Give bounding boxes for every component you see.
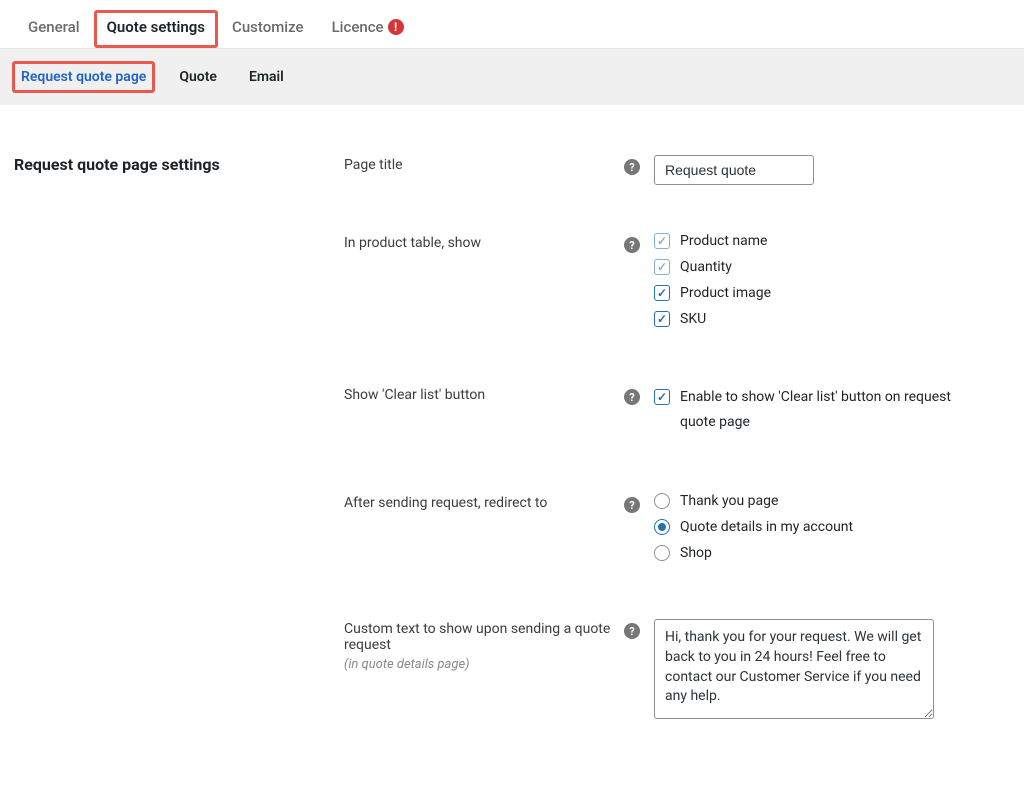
help-icon[interactable]: ? — [624, 159, 640, 175]
label-custom-text: Custom text to show upon sending a quote… — [344, 621, 624, 653]
checkbox-label-product-image[interactable]: Product image — [680, 285, 771, 301]
subtab-email[interactable]: Email — [241, 63, 292, 91]
label-show-clear-list: Show 'Clear list' button — [344, 387, 485, 403]
sub-tabs: Request quote page Quote Email — [0, 49, 1024, 105]
checkbox-label-product-name[interactable]: Product name — [680, 233, 767, 249]
checkbox-label-quantity[interactable]: Quantity — [680, 259, 732, 275]
page-title-input[interactable] — [654, 155, 814, 185]
radio-shop[interactable] — [654, 545, 670, 561]
radio-label-thank-you[interactable]: Thank you page — [680, 493, 778, 509]
checkbox-product-image[interactable] — [654, 285, 670, 301]
tab-customize[interactable]: Customize — [218, 10, 318, 48]
help-icon[interactable]: ? — [624, 623, 640, 639]
label-in-product-table: In product table, show — [344, 235, 481, 251]
primary-tabs: General Quote settings Customize Licence… — [0, 0, 1024, 49]
help-icon[interactable]: ? — [624, 497, 640, 513]
section-title: Request quote page settings — [14, 155, 344, 174]
tab-general[interactable]: General — [14, 10, 94, 48]
checkbox-quantity[interactable] — [654, 259, 670, 275]
label-page-title: Page title — [344, 157, 403, 173]
help-icon[interactable]: ? — [624, 389, 640, 405]
settings-form: Request quote page settings Page title ?… — [0, 105, 1024, 801]
label-redirect: After sending request, redirect to — [344, 495, 547, 511]
tab-licence[interactable]: Licence ! — [318, 10, 418, 48]
checkbox-sku[interactable] — [654, 311, 670, 327]
tab-licence-label: Licence — [332, 18, 384, 36]
radio-quote-details[interactable] — [654, 519, 670, 535]
subtab-quote[interactable]: Quote — [171, 63, 225, 91]
hint-custom-text: (in quote details page) — [344, 657, 624, 672]
radio-label-shop[interactable]: Shop — [680, 545, 712, 561]
help-icon[interactable]: ? — [624, 237, 640, 253]
checkbox-product-name[interactable] — [654, 233, 670, 249]
alert-icon: ! — [388, 19, 404, 35]
custom-text-textarea[interactable] — [654, 619, 934, 719]
checkbox-enable-clear-list[interactable] — [654, 389, 670, 405]
checkbox-label-enable-clear-list[interactable]: Enable to show 'Clear list' button on re… — [680, 385, 980, 435]
tab-quote-settings[interactable]: Quote settings — [94, 10, 218, 48]
subtab-request-quote-page[interactable]: Request quote page — [12, 61, 155, 93]
radio-thank-you[interactable] — [654, 493, 670, 509]
checkbox-label-sku[interactable]: SKU — [680, 311, 706, 327]
radio-label-quote-details[interactable]: Quote details in my account — [680, 519, 853, 535]
